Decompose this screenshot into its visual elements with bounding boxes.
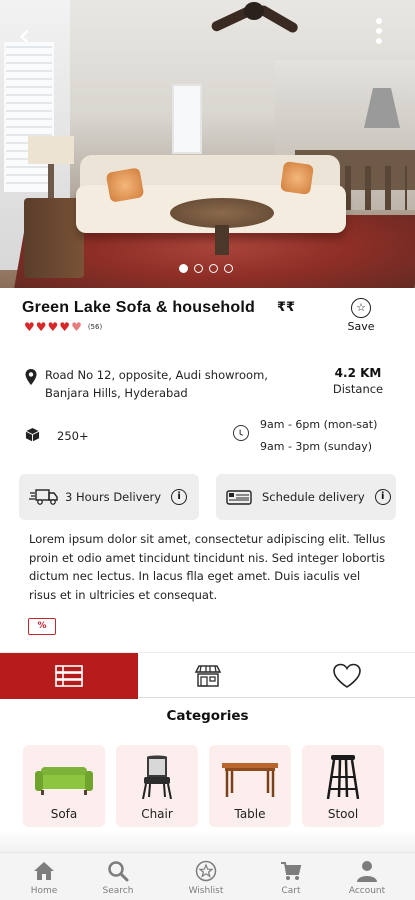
hero-fan-hub (244, 2, 264, 20)
search-icon (108, 861, 129, 882)
star-icon: ♥ (35, 320, 47, 334)
cart-icon (281, 862, 302, 880)
category-chair[interactable]: Chair (116, 745, 198, 827)
nav-wishlist[interactable]: Wishlist (171, 859, 241, 896)
opening-hours: 9am - 6pm (mon-sat) 9am - 3pm (sunday) (260, 414, 377, 458)
rating-stars: ♥ ♥ ♥ ♥ ♥ (56) (24, 321, 102, 333)
nav-label: Wishlist (188, 886, 224, 896)
hero-side-table (24, 198, 84, 278)
hero-stools (345, 166, 407, 210)
carousel-dot[interactable] (179, 264, 188, 273)
hero-window (4, 42, 54, 192)
tab-wishlist[interactable] (278, 653, 415, 699)
category-table[interactable]: Table (209, 745, 291, 827)
tab-catalog[interactable] (0, 653, 138, 699)
stool-icon (326, 755, 360, 799)
star-icon: ♥ (47, 320, 59, 334)
nav-cart[interactable]: Cart (256, 859, 326, 896)
hours-weekday: 9am - 6pm (mon-sat) (260, 418, 378, 431)
save-label: Save (347, 320, 375, 333)
carousel-dot[interactable] (209, 264, 218, 273)
store-title: Green Lake Sofa & household (22, 299, 256, 316)
nav-label: Home (30, 886, 58, 896)
clock-icon (233, 425, 249, 441)
category-sofa[interactable]: Sofa (23, 745, 105, 827)
coupon-icon[interactable]: % (28, 618, 56, 635)
box-icon (25, 427, 40, 442)
chair-icon (142, 755, 172, 799)
carousel-dot[interactable] (224, 264, 233, 273)
bottom-navigation: Home Search Wishlist Cart Account (0, 852, 415, 900)
save-button[interactable]: ☆ Save (343, 298, 379, 334)
hero-coffee-table-leg (215, 225, 229, 255)
schedule-icon (226, 490, 252, 505)
distance-block: 4.2 KM Distance (328, 366, 388, 396)
hero-pillow (280, 161, 314, 195)
star-icon (195, 860, 217, 882)
hero-pillow (105, 167, 145, 203)
hero-image[interactable]: ‹ (0, 0, 415, 288)
nav-search[interactable]: Search (83, 859, 153, 896)
nav-label: Search (102, 886, 134, 896)
distance-value: 4.2 KM (334, 366, 382, 380)
fast-delivery-label: 3 Hours Delivery (65, 490, 162, 504)
nav-account[interactable]: Account (332, 859, 402, 896)
nav-label: Cart (281, 886, 301, 896)
truck-icon (29, 489, 58, 505)
store-icon (194, 665, 222, 687)
fast-delivery-option[interactable]: 3 Hours Delivery i (19, 474, 199, 520)
location-pin-icon (25, 369, 37, 385)
category-label: Sofa (50, 807, 78, 821)
sofa-icon (35, 767, 93, 795)
back-arrow-icon[interactable]: ‹ (18, 19, 42, 51)
price-level: ₹₹ (277, 300, 296, 315)
info-icon[interactable]: i (171, 489, 188, 505)
star-icon: ☆ (351, 298, 371, 318)
review-count: (56) (87, 323, 103, 331)
carousel-dot[interactable] (194, 264, 203, 273)
category-label: Stool (327, 807, 359, 821)
star-half-icon: ♥ (71, 320, 82, 334)
list-icon (55, 665, 83, 687)
store-address: Road No 12, opposite, Audi showroom, Ban… (45, 366, 285, 402)
hero-lamp-stand (48, 164, 54, 198)
table-icon (222, 763, 278, 797)
address-line: Road No 12, opposite, Audi showroom, (45, 368, 268, 382)
nav-label: Account (348, 886, 386, 896)
address-line: Banjara Hills, Hyderabad (45, 386, 188, 400)
schedule-delivery-label: Schedule delivery (262, 490, 365, 504)
hero-window-small (172, 84, 202, 154)
store-tabs (0, 652, 415, 699)
distance-label: Distance (332, 382, 384, 396)
store-description: Lorem ipsum dolor sit amet, consectetur … (29, 532, 386, 602)
more-options-icon[interactable] (370, 18, 388, 48)
hero-lamp (28, 136, 74, 164)
tab-store[interactable] (138, 653, 278, 699)
info-icon[interactable]: i (374, 489, 391, 505)
schedule-delivery-option[interactable]: Schedule delivery i (216, 474, 396, 520)
categories-heading: Categories (166, 708, 249, 724)
nav-home[interactable]: Home (9, 859, 79, 896)
carousel-dots (179, 264, 233, 274)
category-stool[interactable]: Stool (302, 745, 384, 827)
stock-count: 250+ (57, 429, 89, 443)
hero-coffee-table (170, 198, 274, 228)
star-icon: ♥ (59, 320, 71, 334)
hours-sunday: 9am - 3pm (sunday) (260, 440, 373, 453)
category-label: Chair (141, 807, 173, 821)
heart-icon (332, 663, 361, 688)
home-icon (34, 862, 54, 880)
category-label: Table (234, 807, 266, 821)
account-icon (357, 861, 377, 882)
bottom-fade (0, 830, 415, 852)
star-icon: ♥ (24, 320, 35, 334)
